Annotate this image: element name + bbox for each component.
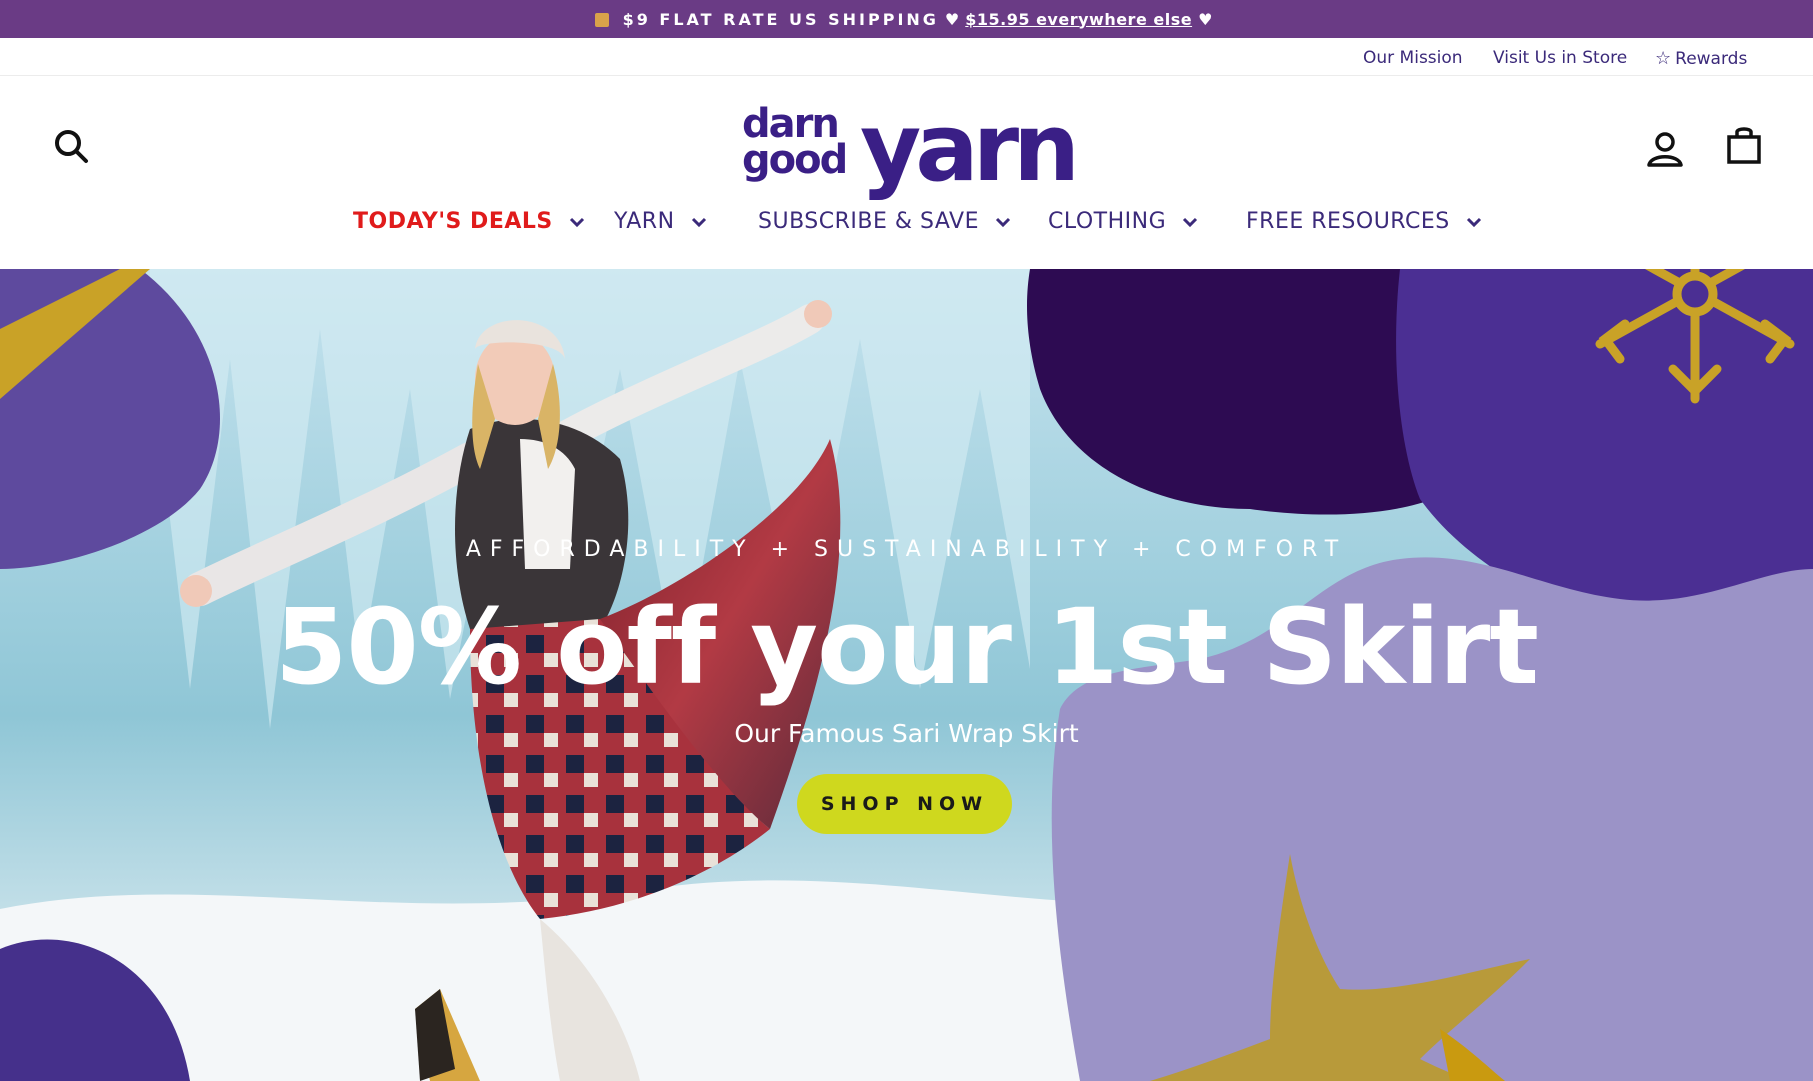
nav-subscribe-save[interactable]: SUBSCRIBE & SAVE [758, 209, 1011, 234]
main-nav: TODAY'S DEALS YARN SUBSCRIBE & SAVE CLOT… [0, 209, 1813, 249]
hero-headline: 50% off your 1st Skirt [275, 586, 1539, 708]
nav-label: FREE RESOURCES [1246, 209, 1450, 234]
star-outline-icon: ☆ [1655, 48, 1672, 69]
chevron-down-icon [569, 217, 584, 227]
heart-icon: ♥ [944, 9, 960, 29]
logo-text-good: good [742, 137, 848, 183]
package-icon [594, 13, 609, 27]
utility-nav: Our Mission Visit Us in Store ☆ Rewards [0, 38, 1813, 76]
search-icon[interactable] [52, 127, 92, 172]
nav-yarn[interactable]: YARN [614, 209, 707, 234]
nav-label: SUBSCRIBE & SAVE [758, 209, 979, 234]
nav-todays-deals[interactable]: TODAY'S DEALS [353, 209, 585, 234]
nav-free-resources[interactable]: FREE RESOURCES [1246, 209, 1482, 234]
hero-tagline: AFFORDABILITY + SUSTAINABILITY + COMFORT [465, 537, 1348, 562]
hero-subline: Our Famous Sari Wrap Skirt [734, 719, 1079, 748]
our-mission-link[interactable]: Our Mission [1363, 48, 1463, 68]
nav-clothing[interactable]: CLOTHING [1048, 209, 1198, 234]
rewards-label: Rewards [1675, 49, 1748, 69]
announcement-text: $9 FLAT RATE US SHIPPING [622, 9, 939, 29]
heart-icon: ♥ [1198, 9, 1213, 29]
rewards-link[interactable]: ☆ Rewards [1655, 48, 1747, 69]
cart-bag-icon[interactable] [1724, 125, 1764, 170]
logo-text-yarn: yarn [860, 94, 1080, 203]
hero-banner[interactable]: AFFORDABILITY + SUSTAINABILITY + COMFORT… [0, 269, 1813, 1081]
chevron-down-icon [995, 217, 1011, 227]
shop-now-button[interactable]: SHOP NOW [797, 774, 1012, 834]
announcement-bar: $9 FLAT RATE US SHIPPING ♥ $15.95 everyw… [0, 0, 1813, 38]
nav-label: YARN [614, 209, 675, 234]
account-icon[interactable] [1645, 129, 1685, 174]
site-header: darn good yarn TODAY'S DEALS YARN SUBSCR… [0, 77, 1813, 269]
nav-label: TODAY'S DEALS [353, 209, 553, 234]
nav-label: CLOTHING [1048, 209, 1167, 234]
visit-store-link[interactable]: Visit Us in Store [1493, 48, 1627, 68]
site-logo[interactable]: darn good yarn [742, 99, 1080, 199]
chevron-down-icon [691, 217, 706, 227]
logo-text-darn: darn [742, 101, 840, 147]
chevron-down-icon [1183, 217, 1198, 227]
international-shipping-link[interactable]: $15.95 everywhere else [965, 10, 1192, 29]
chevron-down-icon [1466, 217, 1481, 227]
